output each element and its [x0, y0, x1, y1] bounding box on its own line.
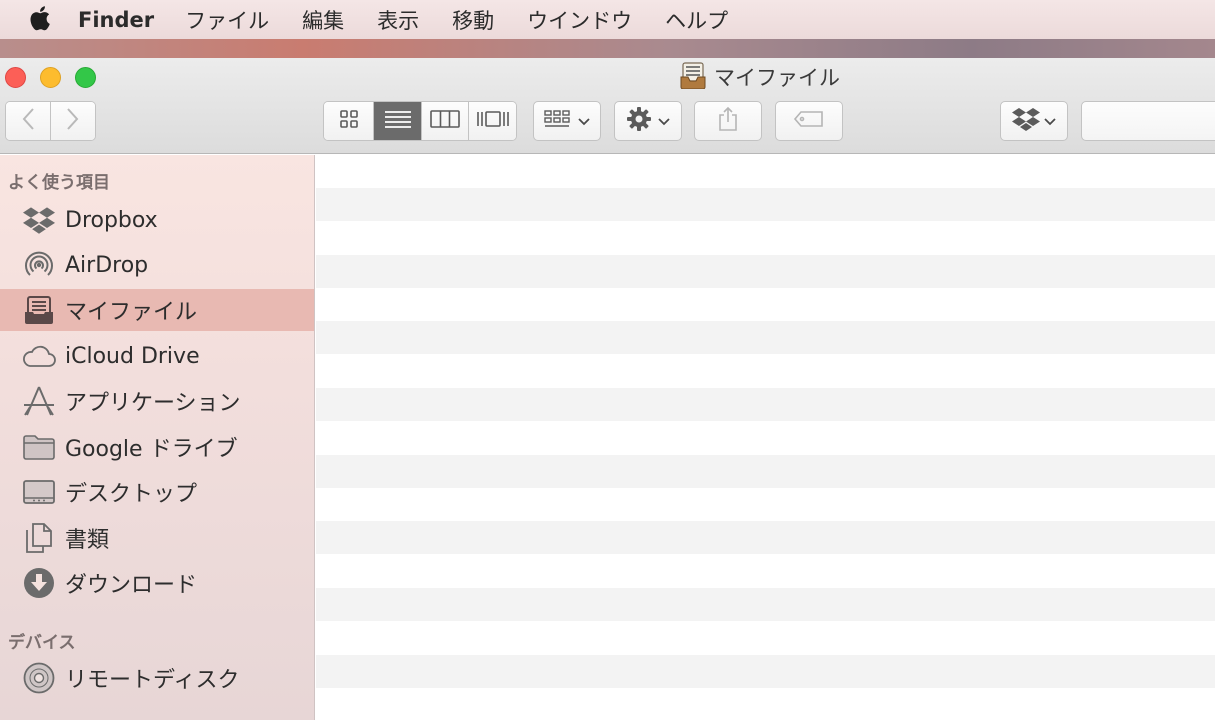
back-button[interactable] [6, 102, 51, 140]
share-icon [717, 106, 739, 136]
airdrop-icon [21, 247, 57, 283]
column-view-icon [430, 109, 460, 133]
sidebar-item-label: リモートディスク [65, 668, 240, 693]
sidebar-item-label: Dropbox [65, 207, 158, 233]
menu-edit[interactable]: 編集 [302, 5, 344, 35]
list-row [316, 421, 1215, 454]
list-row [316, 388, 1215, 421]
sidebar-item-icloud-drive[interactable]: iCloud Drive [0, 335, 314, 377]
sidebar-item-label: Google ドライブ [65, 437, 238, 462]
list-row [316, 588, 1215, 621]
sidebar-item-airdrop[interactable]: AirDrop [0, 244, 314, 286]
dropbox-menu-button[interactable] [1000, 101, 1068, 141]
chevron-left-icon [21, 107, 35, 135]
finder-window: マイファイル よく使う項目 Dropbox AirDrop マイファイル iCl… [0, 58, 1215, 720]
arrange-button[interactable] [533, 101, 601, 141]
list-row [316, 221, 1215, 254]
sidebar-item-applications[interactable]: アプリケーション [0, 380, 314, 422]
arrange-grid-icon [543, 109, 572, 133]
desktop-icon [21, 474, 57, 510]
all-my-files-icon [680, 61, 706, 93]
toolbar: マイファイル [0, 58, 1215, 154]
list-row [316, 555, 1215, 588]
disc-icon [21, 660, 57, 696]
file-list[interactable] [316, 155, 1215, 720]
folder-icon [21, 429, 57, 465]
list-row [316, 188, 1215, 221]
dropbox-icon [21, 202, 57, 238]
menu-view[interactable]: 表示 [377, 5, 419, 35]
list-row [316, 155, 1215, 188]
sidebar-item-label: アプリケーション [65, 391, 241, 416]
icon-view-icon [339, 109, 359, 133]
all-my-files-icon [21, 292, 57, 328]
close-button[interactable] [5, 67, 26, 88]
sidebar-item-all-my-files[interactable]: マイファイル [0, 289, 314, 331]
applications-icon [21, 383, 57, 419]
list-row [316, 321, 1215, 354]
cover-flow-view-button[interactable] [469, 102, 516, 140]
sidebar-item-label: ダウンロード [65, 573, 198, 598]
chevron-down-icon [657, 112, 671, 131]
menu-help[interactable]: ヘルプ [665, 5, 728, 35]
menu-bar: Finder ファイル 編集 表示 移動 ウインドウ ヘルプ [0, 0, 1215, 39]
list-view-icon [384, 109, 412, 133]
icon-view-button[interactable] [324, 102, 374, 140]
apple-icon [27, 4, 51, 36]
menu-file[interactable]: ファイル [185, 5, 269, 35]
list-row [316, 655, 1215, 688]
menu-window[interactable]: ウインドウ [527, 5, 632, 35]
sidebar-item-label: AirDrop [65, 252, 149, 278]
documents-icon [21, 520, 57, 556]
minimize-button[interactable] [40, 67, 61, 88]
desktop-background [0, 39, 1215, 58]
column-view-button[interactable] [422, 102, 469, 140]
sidebar-item-label: マイファイル [65, 300, 198, 325]
sidebar-item-label: デスクトップ [65, 482, 198, 507]
list-row [316, 288, 1215, 321]
sidebar-item-dropbox[interactable]: Dropbox [0, 199, 314, 241]
sidebar-item-label: iCloud Drive [65, 343, 200, 369]
devices-header: デバイス [8, 633, 76, 653]
sidebar-item-desktop[interactable]: デスクトップ [0, 471, 314, 513]
list-view-button[interactable] [374, 102, 422, 140]
list-row [316, 688, 1215, 720]
window-title: マイファイル [680, 62, 840, 92]
action-button[interactable] [614, 101, 682, 141]
apple-menu[interactable] [0, 0, 78, 39]
dropbox-icon [1011, 107, 1040, 135]
sidebar: よく使う項目 Dropbox AirDrop マイファイル iCloud Dri… [0, 155, 315, 720]
cloud-icon [21, 338, 57, 374]
cover-flow-icon [476, 109, 510, 133]
nav-buttons [5, 101, 96, 141]
favorites-header: よく使う項目 [8, 173, 110, 193]
forward-button[interactable] [51, 102, 95, 140]
menu-app-name[interactable]: Finder [78, 8, 154, 32]
menu-go[interactable]: 移動 [452, 5, 494, 35]
tag-button[interactable] [775, 101, 843, 141]
window-title-text: マイファイル [714, 66, 840, 90]
sidebar-item-remote-disc[interactable]: リモートディスク [0, 657, 314, 699]
chevron-down-icon [1043, 112, 1057, 131]
gear-icon [626, 106, 652, 136]
tag-icon [793, 110, 825, 132]
list-row [316, 355, 1215, 388]
sidebar-item-google-drive[interactable]: Google ドライブ [0, 426, 314, 468]
zoom-button[interactable] [75, 67, 96, 88]
search-input[interactable] [1081, 101, 1215, 141]
list-row [316, 488, 1215, 521]
list-row [316, 621, 1215, 654]
download-icon [21, 565, 57, 601]
sidebar-item-label: 書類 [65, 528, 110, 553]
share-button[interactable] [694, 101, 762, 141]
view-mode-control [323, 101, 517, 141]
sidebar-item-documents[interactable]: 書類 [0, 517, 314, 559]
chevron-right-icon [66, 107, 80, 135]
sidebar-item-downloads[interactable]: ダウンロード [0, 562, 314, 604]
chevron-down-icon [577, 112, 591, 131]
list-row [316, 521, 1215, 554]
list-row [316, 455, 1215, 488]
list-row [316, 255, 1215, 288]
